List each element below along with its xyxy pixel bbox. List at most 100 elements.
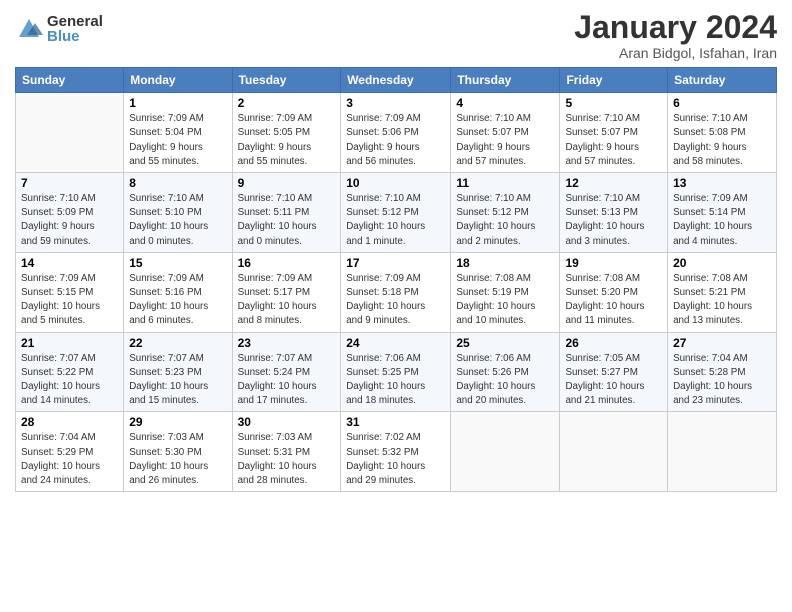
day-info: Sunrise: 7:10 AMSunset: 5:12 PMDaylight:… <box>346 192 445 249</box>
day-number: 8 <box>129 176 226 190</box>
day-number: 22 <box>129 336 226 350</box>
day-cell: 24 Sunrise: 7:06 AMSunset: 5:25 PMDayligh… <box>341 332 451 412</box>
day-number: 20 <box>673 256 771 270</box>
day-cell: 28 Sunrise: 7:04 AMSunset: 5:29 PMDayligh… <box>16 412 124 492</box>
day-number: 13 <box>673 176 771 190</box>
day-cell: 19 Sunrise: 7:08 AMSunset: 5:20 PMDayligh… <box>560 252 668 332</box>
day-cell: 13 Sunrise: 7:09 AMSunset: 5:14 PMDayligh… <box>668 173 777 253</box>
logo: General Blue <box>15 14 103 44</box>
weekday-header-tuesday: Tuesday <box>232 68 341 93</box>
day-info: Sunrise: 7:06 AMSunset: 5:26 PMDaylight:… <box>456 352 554 409</box>
weekday-header-sunday: Sunday <box>16 68 124 93</box>
day-cell: 18 Sunrise: 7:08 AMSunset: 5:19 PMDayligh… <box>451 252 560 332</box>
weekday-header-saturday: Saturday <box>668 68 777 93</box>
day-info: Sunrise: 7:05 AMSunset: 5:27 PMDaylight:… <box>565 352 662 409</box>
weekday-header-friday: Friday <box>560 68 668 93</box>
day-info: Sunrise: 7:08 AMSunset: 5:19 PMDaylight:… <box>456 272 554 329</box>
logo-general: General <box>47 14 103 29</box>
day-info: Sunrise: 7:07 AMSunset: 5:23 PMDaylight:… <box>129 352 226 409</box>
day-number: 15 <box>129 256 226 270</box>
week-row-2: 7Sunrise: 7:10 AMSunset: 5:09 PMDaylight… <box>16 173 777 253</box>
day-cell: 14 Sunrise: 7:09 AMSunset: 5:15 PMDayligh… <box>16 252 124 332</box>
header: General Blue January 2024 Aran Bidgol, I… <box>15 10 777 61</box>
day-number: 1 <box>129 96 226 110</box>
day-number: 25 <box>456 336 554 350</box>
day-cell: 15 Sunrise: 7:09 AMSunset: 5:16 PMDayligh… <box>124 252 232 332</box>
title-area: January 2024 Aran Bidgol, Isfahan, Iran <box>574 10 777 61</box>
calendar-subtitle: Aran Bidgol, Isfahan, Iran <box>574 45 777 61</box>
day-info: Sunrise: 7:09 AMSunset: 5:04 PMDaylight:… <box>129 112 226 169</box>
day-cell: 9 Sunrise: 7:10 AMSunset: 5:11 PMDaylight… <box>232 173 341 253</box>
day-cell: 21Sunrise: 7:07 AMSunset: 5:22 PMDayligh… <box>16 332 124 412</box>
day-info: Sunrise: 7:09 AMSunset: 5:16 PMDaylight:… <box>129 272 226 329</box>
day-number: 12 <box>565 176 662 190</box>
day-number: 11 <box>456 176 554 190</box>
day-cell: 1 Sunrise: 7:09 AMSunset: 5:04 PMDaylight… <box>124 93 232 173</box>
day-info: Sunrise: 7:02 AMSunset: 5:32 PMDaylight:… <box>346 431 445 488</box>
day-cell: 17 Sunrise: 7:09 AMSunset: 5:18 PMDayligh… <box>341 252 451 332</box>
day-number: 7 <box>21 176 118 190</box>
day-info: Sunrise: 7:10 AMSunset: 5:07 PMDaylight:… <box>456 112 554 169</box>
day-info: Sunrise: 7:08 AMSunset: 5:21 PMDaylight:… <box>673 272 771 329</box>
day-number: 24 <box>346 336 445 350</box>
day-info: Sunrise: 7:10 AMSunset: 5:10 PMDaylight:… <box>129 192 226 249</box>
day-cell: 29 Sunrise: 7:03 AMSunset: 5:30 PMDayligh… <box>124 412 232 492</box>
day-number: 29 <box>129 415 226 429</box>
day-cell <box>16 93 124 173</box>
day-cell: 16Sunrise: 7:09 AMSunset: 5:17 PMDayligh… <box>232 252 341 332</box>
day-info: Sunrise: 7:04 AMSunset: 5:29 PMDaylight:… <box>21 431 118 488</box>
week-row-4: 21Sunrise: 7:07 AMSunset: 5:22 PMDayligh… <box>16 332 777 412</box>
day-number: 19 <box>565 256 662 270</box>
week-row-5: 28 Sunrise: 7:04 AMSunset: 5:29 PMDayligh… <box>16 412 777 492</box>
day-number: 10 <box>346 176 445 190</box>
day-cell: 5Sunrise: 7:10 AMSunset: 5:07 PMDaylight… <box>560 93 668 173</box>
day-cell: 22 Sunrise: 7:07 AMSunset: 5:23 PMDayligh… <box>124 332 232 412</box>
day-info: Sunrise: 7:07 AMSunset: 5:24 PMDaylight:… <box>238 352 336 409</box>
day-info: Sunrise: 7:06 AMSunset: 5:25 PMDaylight:… <box>346 352 445 409</box>
day-cell: 25 Sunrise: 7:06 AMSunset: 5:26 PMDayligh… <box>451 332 560 412</box>
day-cell: 31Sunrise: 7:02 AMSunset: 5:32 PMDayligh… <box>341 412 451 492</box>
day-info: Sunrise: 7:10 AMSunset: 5:11 PMDaylight:… <box>238 192 336 249</box>
day-number: 28 <box>21 415 118 429</box>
day-cell <box>560 412 668 492</box>
day-info: Sunrise: 7:10 AMSunset: 5:12 PMDaylight:… <box>456 192 554 249</box>
day-number: 30 <box>238 415 336 429</box>
day-info: Sunrise: 7:09 AMSunset: 5:14 PMDaylight:… <box>673 192 771 249</box>
day-cell: 23 Sunrise: 7:07 AMSunset: 5:24 PMDayligh… <box>232 332 341 412</box>
day-number: 21 <box>21 336 118 350</box>
day-cell: 26 Sunrise: 7:05 AMSunset: 5:27 PMDayligh… <box>560 332 668 412</box>
day-number: 9 <box>238 176 336 190</box>
day-cell: 11 Sunrise: 7:10 AMSunset: 5:12 PMDayligh… <box>451 173 560 253</box>
calendar-table: SundayMondayTuesdayWednesdayThursdayFrid… <box>15 67 777 492</box>
day-number: 17 <box>346 256 445 270</box>
day-info: Sunrise: 7:09 AMSunset: 5:15 PMDaylight:… <box>21 272 118 329</box>
day-cell: 3Sunrise: 7:09 AMSunset: 5:06 PMDaylight… <box>341 93 451 173</box>
day-number: 26 <box>565 336 662 350</box>
day-cell <box>668 412 777 492</box>
day-info: Sunrise: 7:10 AMSunset: 5:08 PMDaylight:… <box>673 112 771 169</box>
day-info: Sunrise: 7:09 AMSunset: 5:06 PMDaylight:… <box>346 112 445 169</box>
day-info: Sunrise: 7:04 AMSunset: 5:28 PMDaylight:… <box>673 352 771 409</box>
day-cell: 4Sunrise: 7:10 AMSunset: 5:07 PMDaylight… <box>451 93 560 173</box>
weekday-header-wednesday: Wednesday <box>341 68 451 93</box>
day-cell: 27 Sunrise: 7:04 AMSunset: 5:28 PMDayligh… <box>668 332 777 412</box>
day-cell: 10 Sunrise: 7:10 AMSunset: 5:12 PMDayligh… <box>341 173 451 253</box>
day-cell: 7Sunrise: 7:10 AMSunset: 5:09 PMDaylight… <box>16 173 124 253</box>
day-info: Sunrise: 7:10 AMSunset: 5:07 PMDaylight:… <box>565 112 662 169</box>
day-info: Sunrise: 7:09 AMSunset: 5:18 PMDaylight:… <box>346 272 445 329</box>
day-cell: 30 Sunrise: 7:03 AMSunset: 5:31 PMDayligh… <box>232 412 341 492</box>
day-cell: 8 Sunrise: 7:10 AMSunset: 5:10 PMDaylight… <box>124 173 232 253</box>
day-number: 6 <box>673 96 771 110</box>
day-info: Sunrise: 7:08 AMSunset: 5:20 PMDaylight:… <box>565 272 662 329</box>
day-info: Sunrise: 7:03 AMSunset: 5:31 PMDaylight:… <box>238 431 336 488</box>
day-number: 18 <box>456 256 554 270</box>
day-number: 23 <box>238 336 336 350</box>
day-info: Sunrise: 7:03 AMSunset: 5:30 PMDaylight:… <box>129 431 226 488</box>
calendar-title: January 2024 <box>574 10 777 45</box>
day-cell: 2Sunrise: 7:09 AMSunset: 5:05 PMDaylight… <box>232 93 341 173</box>
day-number: 14 <box>21 256 118 270</box>
day-info: Sunrise: 7:10 AMSunset: 5:13 PMDaylight:… <box>565 192 662 249</box>
day-number: 27 <box>673 336 771 350</box>
day-cell <box>451 412 560 492</box>
week-row-3: 14 Sunrise: 7:09 AMSunset: 5:15 PMDayligh… <box>16 252 777 332</box>
